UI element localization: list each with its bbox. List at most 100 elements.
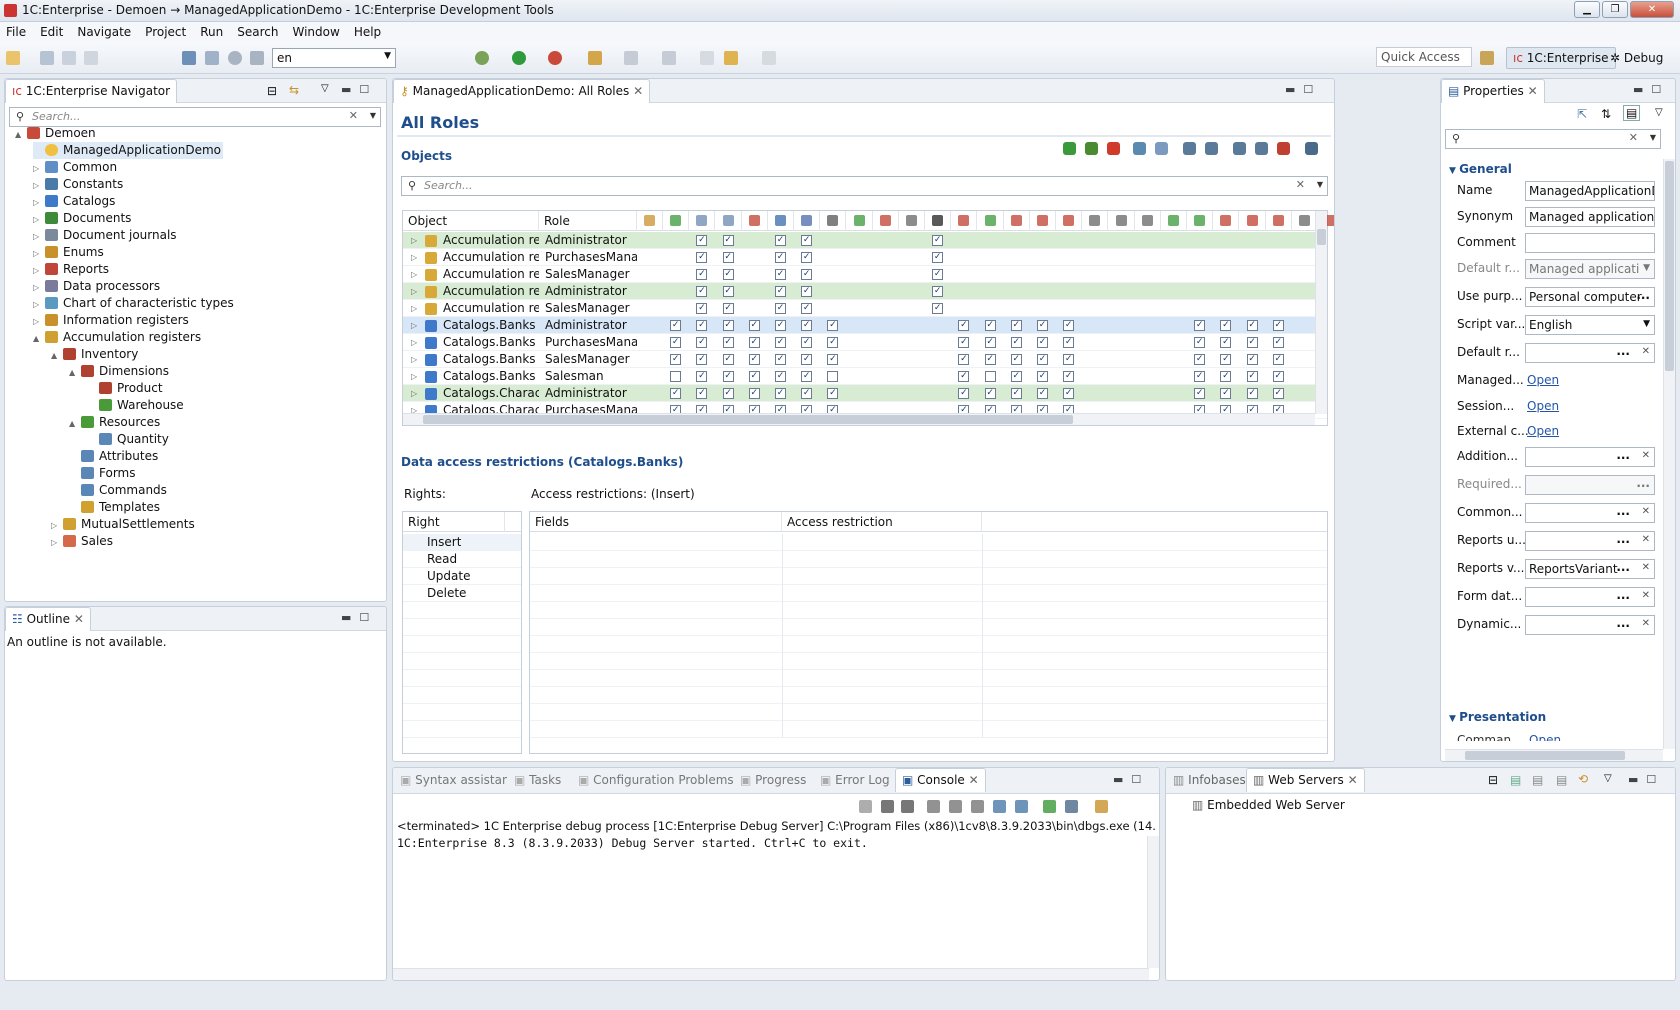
property-field[interactable]: ... ✕: [1525, 615, 1655, 635]
right-checkbox[interactable]: ✓: [775, 286, 786, 297]
clear-icon[interactable]: ✕: [1642, 534, 1650, 545]
save-icon[interactable]: [40, 51, 54, 65]
right-checkbox[interactable]: ✓: [827, 388, 839, 399]
console-minmax[interactable]: ▬☐: [1113, 773, 1149, 786]
dropdown-icon[interactable]: ▼: [1643, 319, 1650, 329]
right-checkbox[interactable]: ✓: [801, 286, 813, 297]
right-checkbox[interactable]: ✓: [1037, 320, 1048, 331]
expand-icon[interactable]: ▷: [51, 534, 63, 551]
choose-icon[interactable]: ...: [1616, 588, 1630, 602]
tab-infobases[interactable]: ▥ Infobases: [1166, 768, 1253, 792]
view-menu-icon[interactable]: ▽: [321, 83, 329, 94]
console-horizontal-scrollbar[interactable]: [393, 968, 1149, 980]
language-select[interactable]: en ▼: [272, 48, 396, 68]
expand-icon[interactable]: ▷: [411, 317, 417, 334]
remove-launch-icon[interactable]: [881, 800, 894, 813]
properties-horizontal-scrollbar[interactable]: [1445, 749, 1663, 761]
tree-item[interactable]: ▷ Common: [33, 159, 117, 176]
sort-icon[interactable]: ⇅: [1601, 107, 1611, 121]
settings-icon[interactable]: [1305, 142, 1318, 155]
interactive-insert-icon[interactable]: [1056, 211, 1083, 231]
word-wrap-icon[interactable]: [971, 800, 984, 813]
expand-icon[interactable]: ▲: [33, 330, 45, 347]
filter-icon[interactable]: [1233, 142, 1246, 155]
mark-icon[interactable]: [978, 211, 1004, 231]
collapse-all-icon[interactable]: ⊟: [267, 84, 277, 98]
collapse-all-icon[interactable]: [1205, 142, 1218, 155]
right-checkbox[interactable]: ✓: [670, 354, 682, 365]
property-field[interactable]: Managed application de: [1525, 207, 1655, 227]
expand-icon[interactable]: ▷: [33, 160, 45, 177]
right-checkbox[interactable]: ✓: [775, 235, 786, 246]
debug-bug-icon[interactable]: [475, 51, 489, 65]
tree-item[interactable]: Attributes: [69, 448, 158, 465]
properties-search-input[interactable]: ⚲ ✕ ▼: [1445, 129, 1661, 149]
show-output-icon[interactable]: [993, 800, 1006, 813]
expand-icon[interactable]: ▷: [411, 283, 417, 300]
expand-icon[interactable]: ▷: [411, 368, 417, 385]
tree-item[interactable]: ▲ Resources: [69, 414, 160, 431]
save-all-icon[interactable]: [62, 51, 76, 65]
right-checkbox[interactable]: ✓: [1063, 371, 1075, 382]
right-checkbox[interactable]: ✓: [827, 320, 839, 331]
view-icon[interactable]: [768, 211, 794, 231]
right-checkbox[interactable]: ✓: [1272, 337, 1284, 348]
choose-icon[interactable]: ...: [1616, 560, 1630, 574]
quick-access-input[interactable]: Quick Access: [1376, 47, 1472, 67]
expand-icon[interactable]: ▷: [33, 279, 45, 296]
right-checkbox[interactable]: ✓: [1063, 354, 1075, 365]
right-checkbox[interactable]: ✓: [932, 269, 944, 280]
right-checkbox[interactable]: ✓: [775, 252, 786, 263]
insert-icon[interactable]: [663, 211, 690, 231]
search-users-icon[interactable]: [250, 51, 264, 65]
properties-minmax[interactable]: ▬☐: [1633, 83, 1669, 96]
console-vertical-scrollbar[interactable]: [1147, 836, 1159, 968]
right-checkbox[interactable]: ✓: [1246, 337, 1258, 348]
right-checkbox[interactable]: ✓: [1220, 371, 1232, 382]
property-link-command[interactable]: Open: [1529, 733, 1561, 741]
expand-icon[interactable]: ▷: [411, 300, 417, 317]
next-annotation-icon[interactable]: [624, 51, 638, 65]
expand-icon[interactable]: ▷: [51, 517, 63, 534]
objects-search-input[interactable]: ⚲ Search... ✕ ▼: [401, 176, 1328, 196]
menu-item-project[interactable]: Project: [145, 25, 186, 39]
property-link[interactable]: Open: [1527, 373, 1559, 387]
search-dropdown-icon[interactable]: ▼: [1650, 133, 1656, 142]
property-field[interactable]: ManagedApplicationDe: [1525, 181, 1655, 201]
right-checkbox[interactable]: ✓: [775, 337, 786, 348]
tree-item[interactable]: ▷ Reports: [33, 261, 109, 278]
interactive-mark-icon[interactable]: [1240, 211, 1266, 231]
right-checkbox[interactable]: ✓: [722, 320, 734, 331]
table-row[interactable]: ▷ Catalogs.Banks SalesManager ✓ ✓ ✓ ✓ ✓ ✓ ✓ ✓ ✓ ✓ ✓ ✓ ✓…: [403, 351, 1327, 368]
last-edit-icon[interactable]: [700, 51, 714, 65]
property-field[interactable]: ... ✕: [1525, 531, 1655, 551]
right-checkbox[interactable]: ✓: [1272, 388, 1284, 399]
display-console-icon[interactable]: [1065, 800, 1078, 813]
properties-menu-icon[interactable]: ▽: [1655, 107, 1663, 118]
tab-syntax-assistant[interactable]: ▣ Syntax assistant: [393, 768, 522, 792]
perspective-1c-button[interactable]: ıc 1C:Enterprise: [1506, 47, 1616, 69]
property-field[interactable]: ReportsVariant... ✕: [1525, 559, 1655, 579]
open-perspective-icon[interactable]: [1480, 51, 1494, 65]
right-checkbox[interactable]: ✓: [670, 320, 682, 331]
right-checkbox[interactable]: ✓: [696, 286, 708, 297]
close-tab-icon[interactable]: ✕: [1348, 773, 1358, 787]
dropdown-icon[interactable]: ▼: [1643, 263, 1650, 273]
clear-search-icon[interactable]: ✕: [1629, 131, 1638, 144]
posting-icon[interactable]: [847, 211, 873, 231]
expand-icon[interactable]: ▷: [411, 351, 417, 368]
right-checkbox[interactable]: ✓: [1194, 320, 1206, 331]
right-checkbox[interactable]: ✓: [748, 320, 760, 331]
table-row[interactable]: ▷ Catalogs.Banks Salesman ✓ ✓ ✓ ✓ ✓ ✓ ✓ ✓ ✓ ✓ ✓ ✓ ✓: [403, 368, 1327, 385]
right-checkbox[interactable]: ✓: [748, 371, 760, 382]
rights-icon[interactable]: [1133, 142, 1146, 155]
properties-tab[interactable]: ▤ Properties ✕: [1441, 79, 1545, 103]
right-checkbox[interactable]: ✓: [1010, 388, 1022, 399]
grid-vertical-scrollbar[interactable]: [1315, 211, 1327, 414]
property-field[interactable]: ...: [1525, 475, 1655, 495]
right-checkbox[interactable]: ✓: [801, 252, 813, 263]
copy-icon[interactable]: [1155, 142, 1168, 155]
right-checkbox[interactable]: ✓: [1194, 354, 1206, 365]
expand-icon[interactable]: ▷: [33, 262, 45, 279]
right-checkbox[interactable]: ✓: [775, 320, 786, 331]
